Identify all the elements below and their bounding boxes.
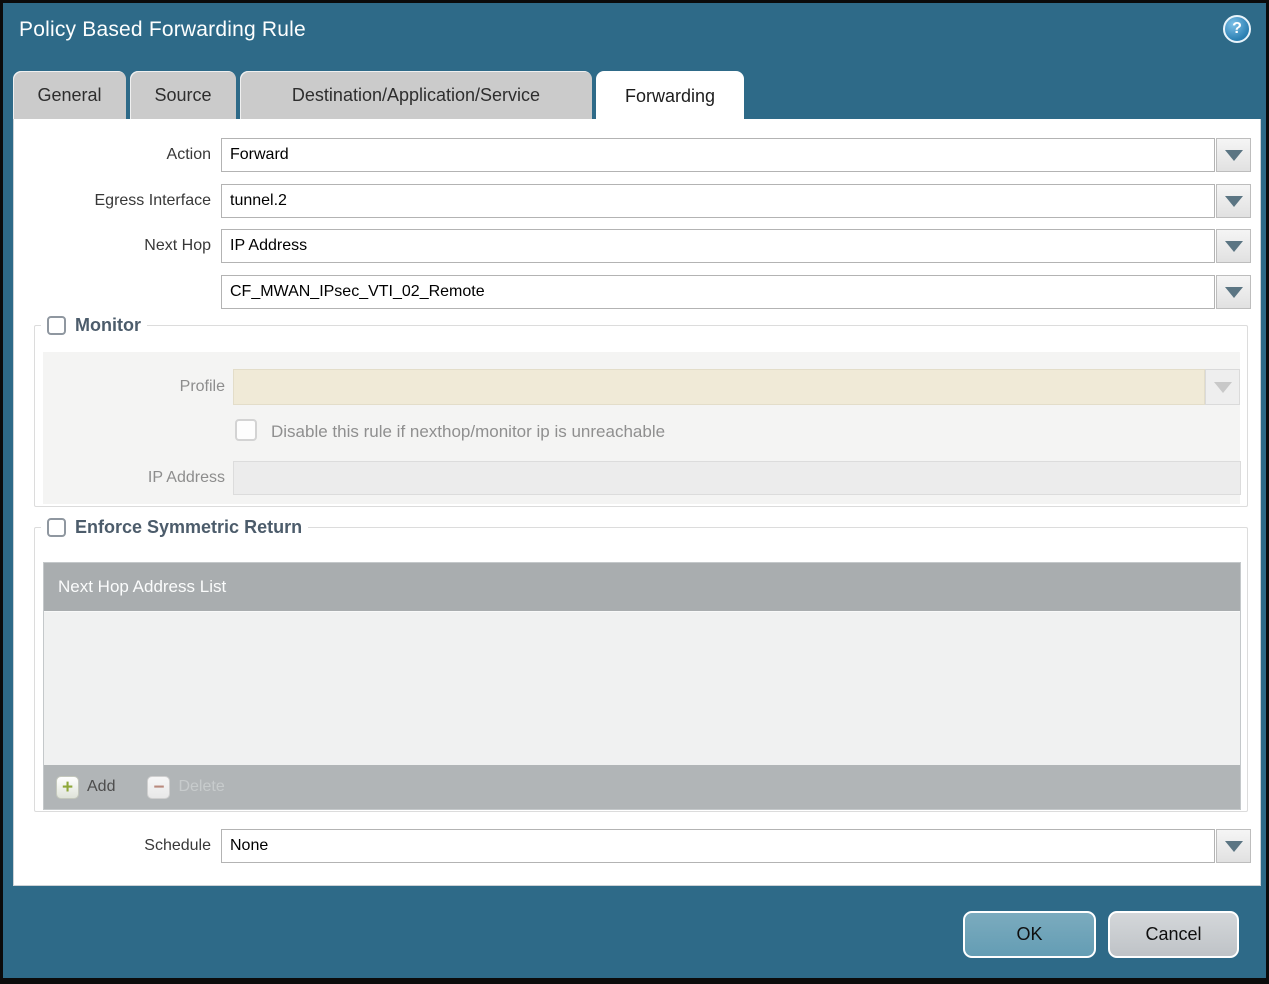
action-input[interactable] [221,138,1215,172]
delete-button: Delete [178,778,225,795]
tab-label: Source [154,84,212,105]
question-mark-glyph: ? [1232,20,1242,37]
cancel-button-label: Cancel [1145,924,1202,944]
add-button[interactable]: Add [87,778,115,796]
action-dropdown-button[interactable] [1216,138,1251,172]
tab-general[interactable]: General [13,71,126,119]
tab-bar: General Source Destination/Application/S… [13,71,748,121]
tab-destination-application-service[interactable]: Destination/Application/Service [240,71,592,119]
chevron-down-icon [1224,240,1243,252]
chevron-down-icon [1224,840,1243,852]
monitor-checkbox[interactable] [47,316,66,335]
next-hop-type-input[interactable] [221,229,1215,263]
help-icon[interactable]: ? [1223,15,1251,43]
forwarding-tab-panel: Action Egress Interface Next Hop Monitor [13,119,1261,886]
next-hop-address-input[interactable] [221,275,1215,309]
profile-label: Profile [179,378,225,395]
schedule-dropdown-button[interactable] [1216,829,1251,863]
schedule-label: Schedule [144,837,211,854]
egress-interface-dropdown-button[interactable] [1216,184,1251,218]
tab-label: Destination/Application/Service [291,84,541,105]
ok-button-label: OK [1016,924,1043,944]
next-hop-address-table-header: Next Hop Address List [44,563,1240,611]
symmetric-return-section: Enforce Symmetric Return Next Hop Addres… [34,517,1248,812]
chevron-down-icon [1213,381,1232,393]
symmetric-return-checkbox[interactable] [47,518,66,537]
monitor-legend: Monitor [41,315,147,336]
chevron-down-icon [1224,195,1243,207]
delete-icon: − [147,775,171,799]
disable-rule-checkbox [235,419,257,441]
next-hop-address-dropdown-button[interactable] [1216,275,1251,309]
chevron-down-icon [1224,286,1243,298]
profile-dropdown-button [1205,369,1240,405]
symmetric-return-legend: Enforce Symmetric Return [41,517,308,538]
symmetric-return-legend-label: Enforce Symmetric Return [75,517,303,537]
monitor-legend-label: Monitor [75,315,141,335]
action-label: Action [166,146,211,163]
egress-interface-label: Egress Interface [94,192,212,209]
cancel-button[interactable]: Cancel [1108,911,1239,958]
add-icon: + [56,775,79,799]
egress-interface-input[interactable] [221,184,1215,218]
monitor-section: Monitor Profile Disable this rule if nex… [34,315,1248,507]
next-hop-address-table-body [44,611,1240,765]
next-hop-address-table: Next Hop Address List + Add − Delete [43,562,1241,810]
policy-based-forwarding-dialog: Policy Based Forwarding Rule ? General S… [0,0,1269,984]
disable-rule-label: Disable this rule if nexthop/monitor ip … [271,422,666,441]
dialog-title: Policy Based Forwarding Rule [19,18,306,41]
next-hop-address-table-toolbar: + Add − Delete [44,765,1240,809]
tab-forwarding[interactable]: Forwarding [596,71,744,121]
tab-label: Forwarding [624,85,716,106]
tab-source[interactable]: Source [130,71,236,119]
next-hop-type-dropdown-button[interactable] [1216,229,1251,263]
profile-input [233,369,1205,405]
chevron-down-icon [1224,149,1243,161]
column-header: Next Hop Address List [58,577,227,596]
schedule-input[interactable] [221,829,1215,863]
next-hop-label: Next Hop [144,237,211,254]
ok-button[interactable]: OK [963,911,1096,958]
monitor-ip-address-label: IP Address [147,469,225,486]
monitor-ip-address-input [233,461,1241,495]
tab-label: General [37,84,102,105]
